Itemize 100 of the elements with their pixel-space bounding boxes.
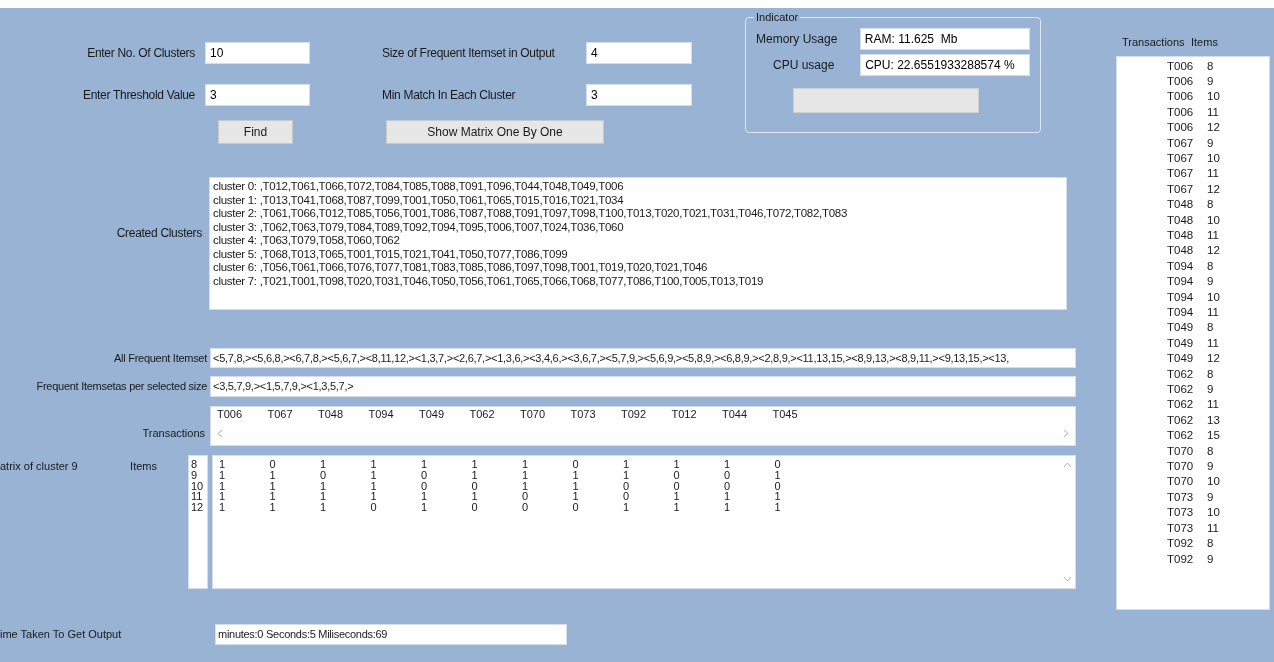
input-field[interactable]: 3 [586,84,692,106]
matrix-value: 1 [522,480,530,492]
cluster-line: cluster 1: ,T013,T041,T068,T087,T099,T001,T050,T061,T065,T015,T016,T021,T034 [213,193,625,207]
matrix-value: 1 [724,491,732,503]
item-number: 12 [1207,120,1220,136]
transaction-id: T006 [1167,104,1195,120]
matrix-value: 1 [623,459,631,470]
item-number: 8 [191,459,199,470]
matrix-text-area[interactable]: 1 0 1 1 1 1 1 0 1 1 1 0 1 1 0 1 0 1 1 1 1 0 0 1 1 1 1 1 0 0 1 1 0 0 0 0 1 1 1 1 1 1 0 1 0 1 1 1 1 1 1 0 1 0 0 0 1 1 1 1 [212,455,1076,589]
cluster-line: cluster 2: ,T061,T066,T012,T085,T056,T001,T086,T087,T088,T091,T097,T098,T100,T013,T020,T021,T031,T046,T072,T082,T083 [213,207,849,221]
transaction-id: T073 [1167,505,1195,521]
transaction-id: T048 [1167,212,1195,228]
matrix-value: 1 [219,502,227,513]
transaction-id: T062 [1167,412,1195,428]
matrix-value: 1 [320,480,328,492]
transaction-header: T012 [671,407,698,421]
transaction-id: T049 [1167,320,1195,336]
matrix-value: 1 [269,480,277,492]
matrix-value: 1 [269,469,277,481]
show-matrix-button[interactable]: Show Matrix One By One [386,120,604,144]
matrix-value: 1 [774,469,782,481]
input-field[interactable]: 3 [205,84,310,106]
column-header: Items [1191,35,1218,50]
item-number: 8 [1207,366,1214,382]
matrix-value: 1 [471,469,479,481]
transaction-id: T094 [1167,274,1195,290]
transaction-id: T067 [1167,150,1195,166]
item-number: 9 [1207,135,1214,151]
item-number: 10 [1207,289,1220,305]
matrix-value: 1 [370,469,378,481]
field-label: Enter Threshold Value [82,87,196,104]
matrix-value: 0 [269,459,277,470]
matrix-value: 1 [572,491,580,503]
item-number: 11 [1207,520,1219,536]
matrix-value: 1 [370,491,378,503]
input-field[interactable]: 4 [586,42,692,64]
item-number: 12 [191,502,205,513]
input-field[interactable]: <3,5,7,9,><1,5,7,9,><1,3,5,7,> [210,376,1076,397]
matrix-value: 0 [724,480,732,492]
field-label: All Frequent Itemset [113,350,209,366]
item-number: 9 [1207,274,1214,290]
item-number: 10 [1207,212,1220,228]
item-number: 9 [191,469,199,481]
items-label: Items [129,459,158,474]
transaction-id: T062 [1167,397,1195,413]
item-number: 9 [1207,459,1214,475]
matrix-value: 1 [269,502,277,513]
transaction-header: T094 [368,407,395,421]
time-field[interactable]: minutes:0 Seconds:5 Miliseconds:69 [215,624,567,645]
transaction-id: T006 [1167,73,1195,89]
item-number: 8 [1207,320,1214,336]
input-field[interactable]: <5,7,8,><5,6,8,><6,7,8,><5,6,7,><8,11,12,><1,3,7,><2,6,7,><1,3,6,><3,4,6,><3,6,7,><5,7,9,><5,6,9,><5,8,9,><6,8,9,><2,8,9,><11,13,15,><8,9,13,><8,9,11,><9,13,15,><13, [210,348,1076,368]
transaction-id: T006 [1167,58,1195,74]
item-number: 10 [1207,505,1220,521]
transaction-id: T048 [1167,227,1195,243]
transaction-id: T067 [1167,181,1195,197]
find-button[interactable]: Find [218,120,293,144]
matrix-value: 1 [269,491,277,503]
matrix-value: 1 [673,459,681,470]
matrix-value: 1 [219,491,227,503]
scroll-left-icon[interactable] [217,428,223,438]
transaction-id: T067 [1167,166,1195,182]
transaction-header: T067 [267,407,294,421]
memory-field[interactable]: RAM: 11.625 Mb [859,28,1030,50]
matrix-value: 0 [623,480,631,492]
transaction-id: T092 [1167,551,1195,567]
cpu-field[interactable]: CPU: 22.6551933288574 % [860,54,1030,76]
matrix-value: 1 [522,469,530,481]
item-number: 11 [1207,305,1219,320]
transaction-header: T092 [621,407,648,421]
item-number: 11 [1207,397,1219,413]
item-number: 10 [191,480,205,492]
transaction-header: T048 [318,407,345,421]
field-label: Size of Frequent Itemset in Output [382,45,556,62]
item-number: 8 [1207,197,1214,213]
matrix-value: 0 [421,480,429,492]
transaction-header: T073 [570,407,597,421]
cluster-line: cluster 7: ,T021,T001,T098,T020,T031,T046,T050,T056,T061,T065,T066,T068,T077,T086,T100,T005,T013,T019 [213,274,765,288]
matrix-value: 1 [673,502,681,513]
matrix-value: 1 [774,491,782,503]
matrix-value: 1 [421,502,429,513]
matrix-value: 0 [370,502,378,513]
matrix-value: 1 [724,459,732,470]
matrix-value: 0 [774,459,782,470]
item-number: 12 [1207,181,1220,197]
transaction-header: T062 [469,407,496,421]
transaction-header: T070 [520,407,547,421]
transaction-id: T048 [1167,197,1195,213]
scroll-up-icon[interactable] [1062,462,1072,468]
matrix-value: 1 [219,459,227,470]
transaction-id: T049 [1167,335,1195,351]
matrix-value: 0 [572,502,580,513]
scroll-down-icon[interactable] [1062,576,1072,582]
cluster-line: cluster 6: ,T056,T061,T066,T076,T077,T081,T083,T085,T086,T097,T098,T001,T019,T020,T021,T046 [213,261,709,275]
transaction-id: T092 [1167,536,1195,552]
clusters-text-area[interactable] [209,177,1067,310]
input-field[interactable]: 10 [205,42,310,64]
scroll-right-icon[interactable] [1063,428,1069,438]
matrix-value: 0 [471,480,479,492]
transaction-id: T073 [1167,520,1195,536]
